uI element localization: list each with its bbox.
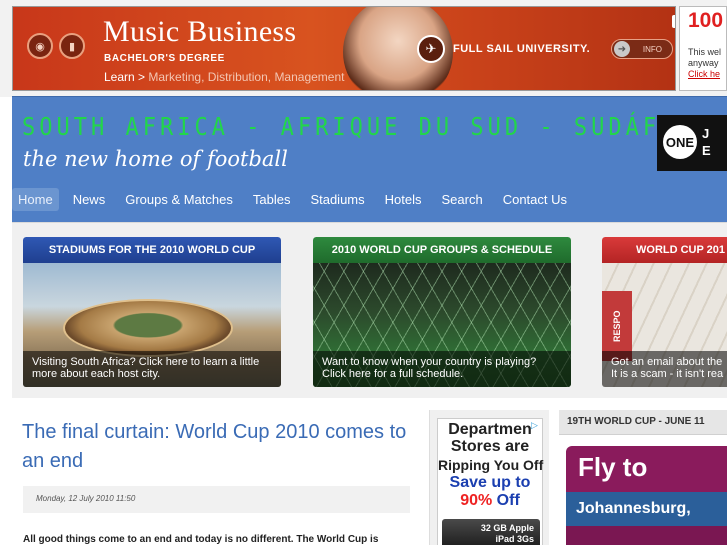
vinyl-icon: ◉ [27, 33, 53, 59]
nav-item-hotels[interactable]: Hotels [379, 188, 428, 211]
banner-subtitle: BACHELOR'S DEGREE [104, 53, 225, 64]
mid-ad-line-4: Save up to [449, 474, 531, 491]
mid-ad-percent: 90% [460, 492, 493, 509]
one-badge-text-1: J [702, 126, 710, 141]
banner-brand: ✈ FULL SAIL UNIVERSITY. [417, 35, 590, 63]
side-ad-link[interactable]: Click he [688, 69, 720, 79]
info-button[interactable]: ➜ INFO [611, 39, 673, 59]
fly-ad-title: Fly to [578, 452, 648, 482]
right-column: 19TH WORLD CUP - JUNE 11 Fly to Johannes… [559, 410, 727, 545]
feature-caption-line-1: Got an email about the [611, 356, 723, 368]
one-badge-text: J E [702, 125, 711, 159]
ipad-product[interactable]: 32 GB Apple iPad 3Gs [442, 519, 540, 545]
equalizer-icon: ▮ [59, 33, 85, 59]
feature-caption-line-1: Visiting South Africa? Click here to lea… [32, 356, 260, 368]
feature-heading: 2010 WORLD CUP GROUPS & SCHEDULE [313, 237, 571, 263]
banner-title: Music Business [103, 15, 297, 48]
adchoices-icon[interactable]: ▷ [672, 15, 675, 28]
feature-heading: WORLD CUP 201 [602, 237, 727, 263]
feature-caption-line-1: Want to know when your country is playin… [322, 356, 537, 368]
feature-heading: STADIUMS FOR THE 2010 WORLD CUP [23, 237, 281, 263]
right-column-heading: 19TH WORLD CUP - JUNE 11 [559, 410, 727, 435]
site-header: SOUTH AFRICA - AFRIQUE DU SUD - SUDÁFRIC… [12, 96, 727, 222]
nav-item-home[interactable]: Home [12, 187, 59, 211]
side-ad-title: 100 [688, 9, 724, 32]
nav-item-stadiums[interactable]: Stadiums [304, 188, 370, 211]
feature-caption-line-2: It is a scam - it isn't rea [611, 368, 724, 380]
feature-strip: STADIUMS FOR THE 2010 WORLD CUP Visiting… [12, 222, 727, 398]
fly-ad-destination: Johannesburg, [566, 492, 727, 526]
ipad-product-line-2: iPad 3Gs [495, 534, 534, 544]
mid-ad-off: Off [492, 492, 520, 509]
ipad-product-line-1: 32 GB Apple [480, 523, 534, 533]
mid-ad-line-1: Departmen [448, 421, 532, 438]
feature-card-stadiums[interactable]: STADIUMS FOR THE 2010 WORLD CUP Visiting… [23, 237, 281, 387]
fly-to-johannesburg-ad[interactable]: Fly to Johannesburg, [566, 446, 727, 545]
side-ad-line-2: anyway [688, 58, 719, 68]
banner-tag-rest: Marketing, Distribution, Management [148, 70, 345, 84]
brand-name: FULL SAIL UNIVERSITY. [453, 43, 591, 55]
ipad-product-text: 32 GB Apple iPad 3Gs [478, 523, 534, 545]
arrow-right-icon: ➜ [614, 41, 630, 57]
feature-caption: Got an email about the It is a scam - it… [602, 351, 727, 387]
nav-item-news[interactable]: News [67, 188, 112, 211]
article: The final curtain: World Cup 2010 comes … [12, 410, 422, 545]
feature-caption-line-2: more about each host city. [32, 368, 161, 380]
feature-caption-line-2: Click here for a full schedule. [322, 368, 464, 380]
nav-item-groups-matches[interactable]: Groups & Matches [119, 188, 239, 211]
banner-tag-prefix: Learn > [104, 70, 146, 84]
one-campaign-badge[interactable]: ONE J E [657, 115, 727, 171]
article-title[interactable]: The final curtain: World Cup 2010 comes … [22, 418, 414, 476]
side-ad[interactable]: 100 This wel anyway Click he [679, 6, 727, 91]
one-logo: ONE [663, 125, 697, 159]
article-meta: Monday, 12 July 2010 11:50 [23, 486, 410, 513]
info-label: INFO [642, 44, 662, 54]
banner-tagline: Learn > Marketing, Distribution, Managem… [104, 70, 344, 84]
one-badge-text-2: E [702, 143, 711, 158]
site-title[interactable]: SOUTH AFRICA - AFRIQUE DU SUD - SUDÁFRIC… [22, 113, 727, 142]
feature-card-schedule[interactable]: 2010 WORLD CUP GROUPS & SCHEDULE Want to… [313, 237, 571, 387]
music-business-banner-ad[interactable]: ◉ ▮ Music Business BACHELOR'S DEGREE Lea… [12, 6, 676, 91]
stadium-shape [63, 299, 233, 357]
airplane-icon: ✈ [417, 35, 445, 63]
article-date: Monday, 12 July 2010 11:50 [36, 494, 136, 503]
mid-ad-line-3: Ripping You Off [438, 457, 544, 473]
side-ad-line-1: This wel [688, 47, 722, 57]
banner-icon-group: ◉ ▮ [27, 33, 85, 59]
site-subtitle: the new home of football [23, 147, 288, 171]
department-store-ad[interactable]: ▷ Departmen Stores are Ripping You Off S… [437, 418, 543, 545]
nav-item-contact-us[interactable]: Contact Us [497, 188, 573, 211]
article-body: All good things come to an end and today… [23, 534, 379, 545]
fly-ad-bottom-bar [566, 526, 727, 545]
top-ad-area: ◉ ▮ Music Business BACHELOR'S DEGREE Lea… [0, 0, 727, 97]
nav-item-search[interactable]: Search [436, 188, 489, 211]
feature-card-ticket-scam[interactable]: WORLD CUP 201 RESPO Got an email about t… [602, 237, 727, 387]
feature-caption: Visiting South Africa? Click here to lea… [23, 351, 281, 387]
department-store-ad-column: ▷ Departmen Stores are Ripping You Off S… [429, 410, 549, 545]
mid-ad-line-5: 90% Off [438, 492, 542, 510]
mid-ad-line-2: Stores are [450, 438, 530, 455]
main-nav: Home News Groups & Matches Tables Stadiu… [12, 185, 581, 213]
feature-caption: Want to know when your country is playin… [313, 351, 571, 387]
nav-item-tables[interactable]: Tables [247, 188, 297, 211]
